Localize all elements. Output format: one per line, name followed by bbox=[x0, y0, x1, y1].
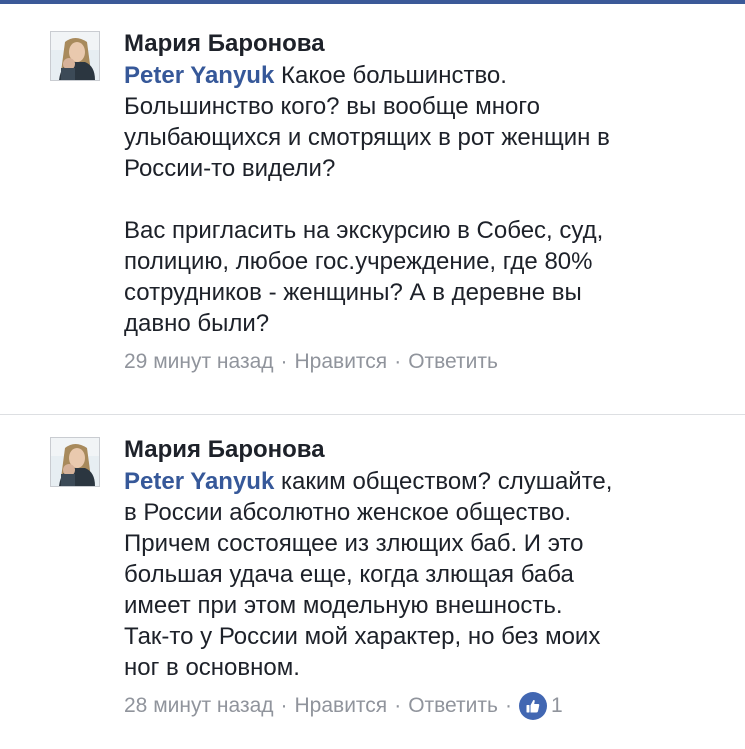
avatar[interactable] bbox=[50, 31, 100, 81]
comment-timestamp[interactable]: 28 минут назад bbox=[124, 692, 274, 720]
comment-timestamp[interactable]: 29 минут назад bbox=[124, 348, 274, 376]
comment-message: Какое большинство. Большинство кого? вы … bbox=[124, 62, 610, 337]
separator: · bbox=[280, 350, 288, 373]
separator: · bbox=[280, 694, 288, 717]
reply-link[interactable]: Ответить bbox=[408, 692, 498, 720]
comment-text: Peter Yanyuk каким обществом? слушайте, … bbox=[124, 466, 724, 683]
comment-author[interactable]: Мария Баронова bbox=[124, 28, 724, 60]
comment-meta: 29 минут назад · Нравится · Ответить bbox=[124, 348, 724, 376]
separator: · bbox=[394, 350, 402, 373]
like-count: 1 bbox=[550, 694, 563, 717]
separator: · bbox=[504, 694, 512, 717]
reaction-count[interactable]: 1 bbox=[518, 692, 563, 720]
mention-link[interactable]: Peter Yanyuk bbox=[124, 62, 274, 89]
like-link[interactable]: Нравится bbox=[295, 692, 388, 720]
top-bar bbox=[0, 0, 745, 4]
comment-meta: 28 минут назад · Нравится · Ответить · 1 bbox=[124, 692, 724, 720]
mention-link[interactable]: Peter Yanyuk bbox=[124, 468, 274, 495]
comment-author[interactable]: Мария Баронова bbox=[124, 434, 724, 466]
comment-message: каким обществом? слушайте, в России абсо… bbox=[124, 468, 613, 681]
comment-body: Мария Баронова Peter Yanyuk каким общест… bbox=[124, 434, 724, 720]
thumbs-up-icon bbox=[518, 692, 547, 720]
comment-text: Peter Yanyuk Какое большинство. Большинс… bbox=[124, 60, 724, 339]
avatar[interactable] bbox=[50, 437, 100, 487]
comment-divider bbox=[0, 414, 745, 415]
like-link[interactable]: Нравится bbox=[295, 348, 388, 376]
reply-link[interactable]: Ответить bbox=[408, 348, 498, 376]
separator: · bbox=[394, 694, 402, 717]
comment-body: Мария Баронова Peter Yanyuk Какое больши… bbox=[124, 28, 724, 376]
